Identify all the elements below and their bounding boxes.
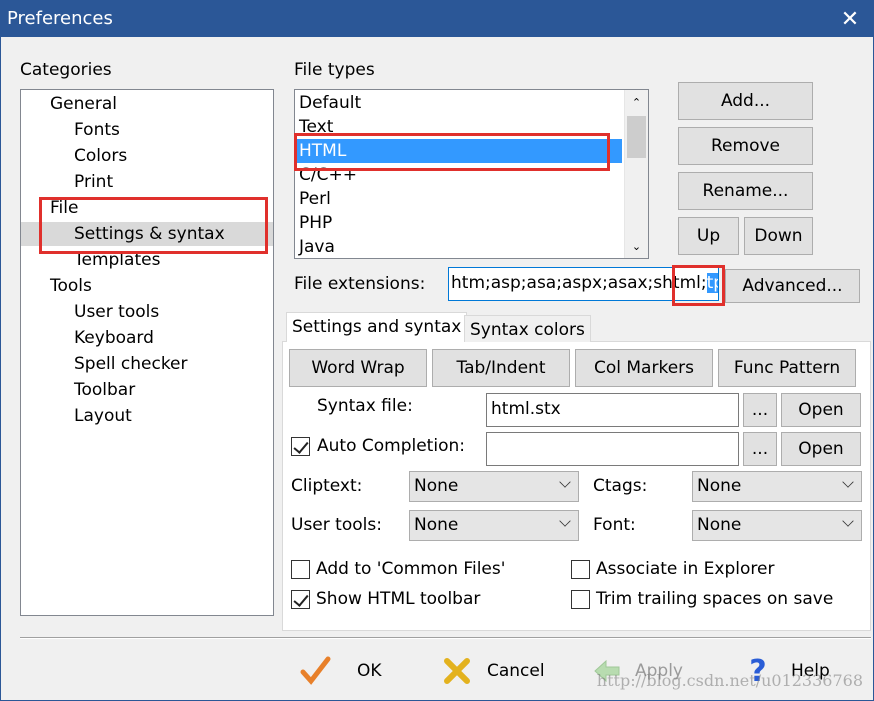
chevron-down-icon xyxy=(559,476,571,488)
file-extensions-value: htm;asp;asa;aspx;asax;shtml; xyxy=(451,273,707,293)
footer-separator xyxy=(20,637,871,639)
ctags-label: Ctags: xyxy=(593,476,648,496)
file-type-item[interactable]: Text xyxy=(297,115,622,139)
tab-syntax-colors[interactable]: Syntax colors xyxy=(464,315,591,342)
user-tools-label: User tools: xyxy=(291,515,382,535)
show-html-toolbar-label: Show HTML toolbar xyxy=(316,589,481,609)
user-tools-combo[interactable]: None xyxy=(409,510,579,541)
ok-button[interactable]: OK xyxy=(297,649,407,693)
cancel-label: Cancel xyxy=(487,661,545,681)
category-item[interactable]: Keyboard xyxy=(74,326,154,350)
associate-explorer-label: Associate in Explorer xyxy=(596,559,775,579)
remove-button[interactable]: Remove xyxy=(678,127,813,165)
categories-label: Categories xyxy=(20,60,112,80)
cliptext-combo[interactable]: None xyxy=(409,471,579,502)
category-item[interactable]: Colors xyxy=(74,144,127,168)
func-pattern-button[interactable]: Func Pattern xyxy=(718,349,856,387)
show-html-toolbar-checkbox[interactable] xyxy=(291,590,310,609)
add-button[interactable]: Add... xyxy=(678,82,813,120)
auto-completion-browse-button[interactable]: ... xyxy=(743,432,777,466)
ok-label: OK xyxy=(357,661,382,681)
category-item[interactable]: Tools xyxy=(50,274,92,298)
category-item[interactable]: Toolbar xyxy=(74,378,135,402)
category-item[interactable]: Layout xyxy=(74,404,132,428)
watermark: http://blog.csdn.net/u012336768 xyxy=(596,671,863,690)
category-item[interactable]: Fonts xyxy=(74,118,120,142)
word-wrap-button[interactable]: Word Wrap xyxy=(289,349,427,387)
file-extensions-label: File extensions: xyxy=(294,274,426,294)
down-button[interactable]: Down xyxy=(744,217,813,255)
ctags-combo[interactable]: None xyxy=(692,471,862,502)
font-combo[interactable]: None xyxy=(692,510,862,541)
auto-completion-input[interactable] xyxy=(486,432,739,466)
syntax-file-label: Syntax file: xyxy=(317,396,413,416)
tab-indent-button[interactable]: Tab/Indent xyxy=(432,349,570,387)
trim-spaces-label: Trim trailing spaces on save xyxy=(596,589,834,609)
scroll-up-icon[interactable]: ⌃ xyxy=(625,90,648,114)
title-bar: Preferences ✕ xyxy=(1,1,873,37)
file-types-list[interactable]: ⌃ ⌄ Default Text HTML C/C++ Perl PHP Java xyxy=(294,89,649,259)
tab-settings-syntax[interactable]: Settings and syntax xyxy=(286,312,468,342)
categories-tree[interactable]: General Fonts Colors Print File Settings & sy… xyxy=(20,89,274,616)
ctags-value: None xyxy=(697,476,742,496)
syntax-file-browse-button[interactable]: ... xyxy=(743,393,777,427)
category-item[interactable]: Settings & syntax xyxy=(21,222,273,246)
chevron-down-icon xyxy=(559,515,571,527)
chevron-down-icon xyxy=(842,515,854,527)
category-item[interactable]: User tools xyxy=(74,300,159,324)
file-type-item[interactable]: Java xyxy=(297,235,622,258)
trim-spaces-checkbox[interactable] xyxy=(571,590,590,609)
category-item[interactable]: General xyxy=(50,92,117,116)
file-types-label: File types xyxy=(294,60,375,80)
col-markers-button[interactable]: Col Markers xyxy=(575,349,713,387)
font-label: Font: xyxy=(593,515,636,535)
window-title: Preferences xyxy=(7,8,113,29)
category-item[interactable]: Spell checker xyxy=(74,352,188,376)
rename-button[interactable]: Rename... xyxy=(678,172,813,210)
advanced-button[interactable]: Advanced... xyxy=(725,269,860,303)
font-value: None xyxy=(697,515,742,535)
cliptext-label: Cliptext: xyxy=(291,476,363,496)
auto-completion-open-button[interactable]: Open xyxy=(781,432,861,466)
cross-icon xyxy=(444,658,470,684)
cancel-button[interactable]: Cancel xyxy=(441,649,561,693)
file-type-item[interactable]: HTML xyxy=(297,139,622,163)
associate-explorer-checkbox[interactable] xyxy=(571,560,590,579)
auto-completion-label: Auto Completion: xyxy=(317,436,465,456)
category-item[interactable]: Templates xyxy=(74,248,160,272)
chevron-down-icon xyxy=(842,476,854,488)
close-icon[interactable]: ✕ xyxy=(827,1,873,37)
category-item[interactable]: File xyxy=(50,196,78,220)
scroll-down-icon[interactable]: ⌄ xyxy=(625,234,648,258)
up-button[interactable]: Up xyxy=(678,217,739,255)
syntax-file-open-button[interactable]: Open xyxy=(781,393,861,427)
preferences-dialog: Preferences ✕ Categories General Fonts Col… xyxy=(0,0,874,701)
file-types-scrollbar[interactable]: ⌃ ⌄ xyxy=(624,90,648,258)
common-files-label: Add to 'Common Files' xyxy=(316,559,506,579)
file-type-item[interactable]: PHP xyxy=(297,211,622,235)
file-extensions-input[interactable]: htm;asp;asa;aspx;asax;shtml;tpl xyxy=(448,267,719,301)
common-files-checkbox[interactable] xyxy=(291,560,310,579)
category-item[interactable]: Print xyxy=(74,170,113,194)
cliptext-value: None xyxy=(414,476,459,496)
file-extensions-selection: tpl xyxy=(706,273,718,293)
scroll-thumb[interactable] xyxy=(627,116,646,158)
file-type-item[interactable]: C/C++ xyxy=(297,163,622,187)
auto-completion-checkbox[interactable] xyxy=(291,437,310,456)
user-tools-value: None xyxy=(414,515,459,535)
syntax-file-input[interactable]: html.stx xyxy=(486,393,739,427)
file-type-item[interactable]: Default xyxy=(297,91,622,115)
check-icon xyxy=(300,656,331,685)
file-type-item[interactable]: Perl xyxy=(297,187,622,211)
